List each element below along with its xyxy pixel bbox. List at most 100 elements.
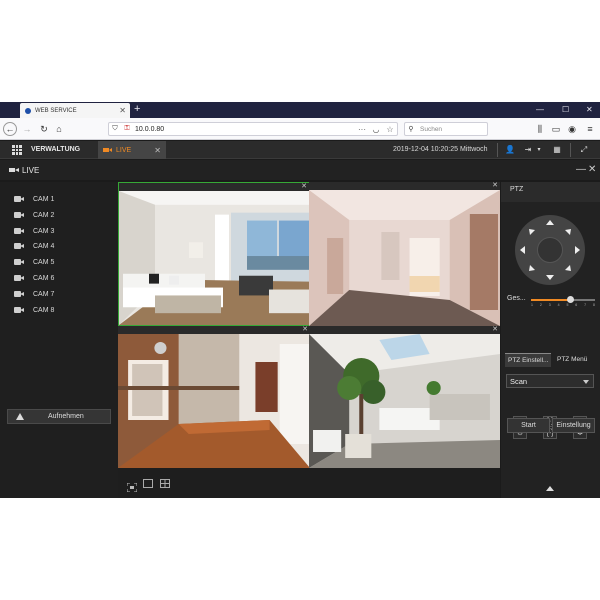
speed-tick: 5 [566,303,569,307]
video-tile-header: ✕ [309,326,500,334]
pocket-icon[interactable]: ◡ [369,125,383,134]
collapse-up-icon[interactable] [546,486,554,491]
start-button[interactable]: Start [507,418,550,433]
search-input[interactable]: ⚲ Suchen [404,122,488,136]
camera-item-6[interactable]: CAM 6 [14,271,54,285]
ptz-direction-pad[interactable] [515,215,585,285]
video-tile-header: ✕ [309,182,500,190]
single-view-icon[interactable] [143,479,153,488]
address-bar[interactable]: ⛉ ⚿ 10.0.0.80 ··· ◡ ☆ [108,122,398,136]
search-icon: ⚲ [408,126,414,133]
camera-item-1[interactable]: CAM 1 [14,192,54,206]
close-panel-icon[interactable]: ✕ [588,162,596,178]
video-tile-4[interactable]: ✕ [309,326,500,468]
camera-item-5[interactable]: CAM 5 [14,255,54,269]
fullscreen-view-icon[interactable] [126,479,138,493]
speed-slider-handle[interactable] [567,296,574,303]
page-actions-icon[interactable]: ··· [355,125,369,134]
user-icon[interactable]: 👤 [504,144,516,156]
home-icon[interactable]: ⌂ [52,122,66,136]
browser-tab-strip: WEB SERVICE ✕ + — ☐ ✕ [0,102,600,118]
video-camera-icon [14,307,24,313]
speed-tick: 3 [548,303,551,307]
menu-icon[interactable]: ≡ [583,122,597,136]
video-tile-3[interactable]: ✕ [118,326,310,468]
speed-tick: 1 [531,303,533,307]
video-camera-icon [14,275,24,281]
speed-tick: 2 [539,303,542,307]
shield-icon[interactable]: ⛉ [109,125,121,133]
apps-grid-icon[interactable] [12,145,22,155]
minimize-window-icon[interactable]: — [536,102,544,118]
view-layout-bar [118,468,500,498]
library-icon[interactable]: ⫼ [533,122,547,136]
camera-icon [103,147,112,152]
ptz-title: PTZ [510,186,524,193]
close-video-icon[interactable]: ✕ [301,183,307,190]
app-header: VERWALTUNG LIVE ✕ 2019-12-04 10:20:25 Mi… [0,141,600,159]
speed-label: Ges... [507,295,526,302]
video-tile-1[interactable]: ✕ [118,182,310,326]
address-text[interactable]: 10.0.0.80 [135,126,355,133]
speed-tick: 8 [593,303,595,307]
bookmark-star-icon[interactable]: ☆ [383,125,397,134]
camera-label: CAM 5 [33,258,55,266]
camera-item-4[interactable]: CAM 4 [14,239,54,253]
record-button[interactable]: Aufnehmen [7,409,111,424]
settings-button[interactable]: Einstellung [552,418,595,433]
video-camera-icon [14,243,24,249]
tab-ptz-menu[interactable]: PTZ Menü [554,353,590,367]
app-title[interactable]: VERWALTUNG [31,141,80,159]
browser-toolbar: ← → ↻ ⌂ ⛉ ⚿ 10.0.0.80 ··· ◡ ☆ ⚲ Suchen ⫼… [0,118,600,140]
quad-view-icon[interactable] [160,479,170,488]
browser-tab-title: WEB SERVICE [35,107,77,114]
camera-label: CAM 1 [33,195,55,203]
camera-label: CAM 7 [33,290,55,298]
camera-item-7[interactable]: CAM 7 [14,287,54,301]
camera-item-2[interactable]: CAM 2 [14,208,54,222]
back-arrow-icon[interactable]: ← [3,122,17,136]
insecure-lock-icon[interactable]: ⚿ [121,125,133,133]
sidebar-icon[interactable]: ▭ [549,122,563,136]
chevron-down-icon[interactable]: ▾ [533,144,545,156]
close-video-icon[interactable]: ✕ [492,182,498,189]
close-window-icon[interactable]: ✕ [586,102,593,118]
new-tab-button[interactable]: + [134,102,140,117]
video-grid: ✕ ✕ ✕ ✕ [118,182,500,498]
speed-slider[interactable] [531,296,595,303]
maximize-window-icon[interactable]: ☐ [562,102,569,118]
browser-tab[interactable]: WEB SERVICE ✕ [20,103,130,118]
camera-label: CAM 6 [33,274,55,282]
camera-item-3[interactable]: CAM 3 [14,224,54,238]
video-tile-2[interactable]: ✕ [309,182,500,326]
close-tab-icon[interactable]: ✕ [154,146,161,155]
minimize-panel-icon[interactable]: — [576,162,586,178]
camera-feed-hallway [118,334,310,468]
account-icon[interactable]: ◉ [565,122,579,136]
speed-slider-fill [531,299,571,301]
camera-label: CAM 8 [33,306,55,314]
close-tab-icon[interactable]: ✕ [119,106,126,115]
browser-window: WEB SERVICE ✕ + — ☐ ✕ ← → ↻ ⌂ ⛉ ⚿ 10.0.0… [0,102,600,498]
camera-feed-living-room [119,191,309,325]
fullscreen-icon[interactable]: ⤢ [578,144,590,156]
close-video-icon[interactable]: ✕ [492,326,498,333]
camera-list: CAM 1 CAM 2 CAM 3 CAM 4 CAM 5 CAM 6 CAM … [0,182,118,498]
header-divider [570,143,571,157]
video-camera-icon [14,228,24,234]
camera-label: CAM 4 [33,242,55,250]
qr-code-icon[interactable]: ▦ [551,144,563,156]
speed-tick: 6 [575,303,578,307]
close-video-icon[interactable]: ✕ [302,326,308,333]
video-camera-icon [14,212,24,218]
ptz-center-button[interactable] [537,237,563,263]
forward-arrow-icon[interactable]: → [20,122,34,136]
reload-icon[interactable]: ↻ [37,122,51,136]
camera-item-8[interactable]: CAM 8 [14,303,54,317]
tab-ptz-settings[interactable]: PTZ Einstell... [505,353,552,367]
video-tile-header: ✕ [119,183,309,191]
ptz-tabs: PTZ Einstell... PTZ Menü [505,353,600,367]
ptz-mode-select[interactable]: Scan [506,374,594,388]
ptz-header: PTZ [501,182,600,202]
tab-live[interactable]: LIVE ✕ [98,141,166,159]
